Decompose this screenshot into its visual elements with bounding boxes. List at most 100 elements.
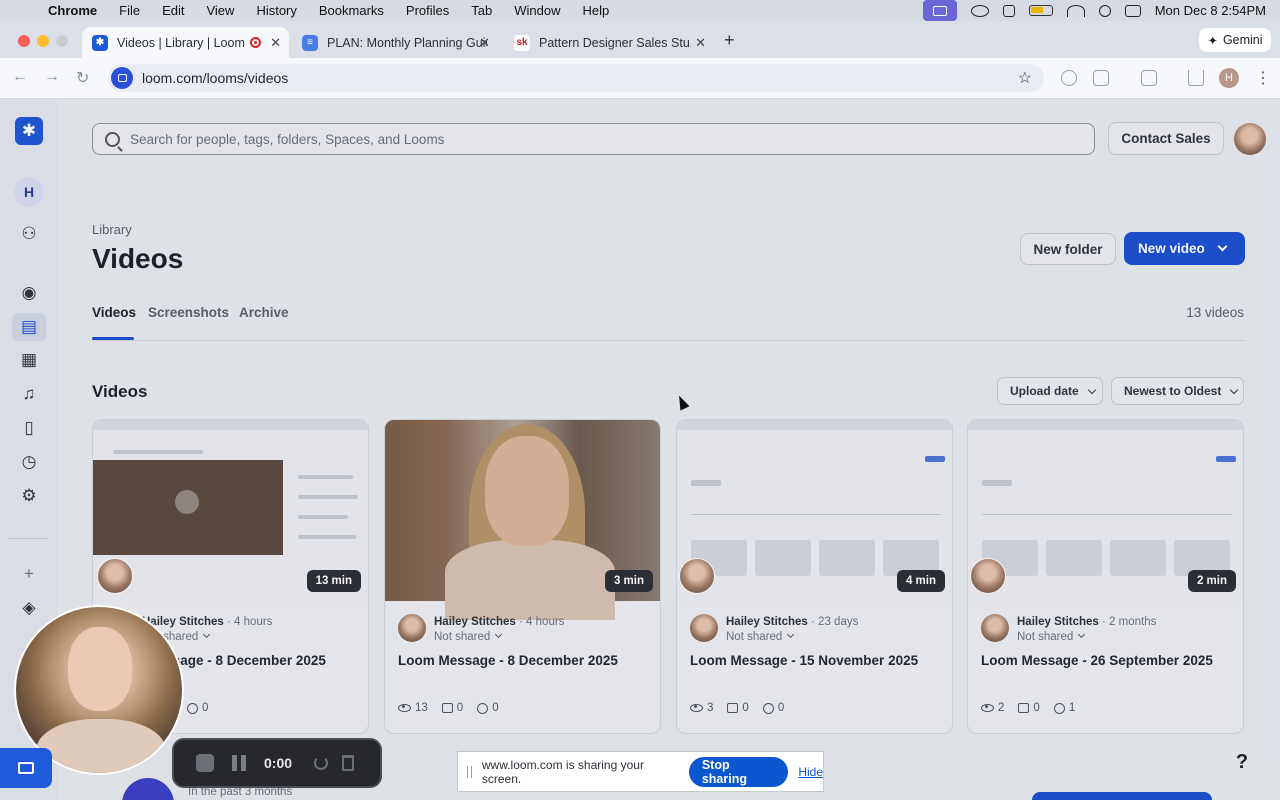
loom-logo-icon[interactable]: ✱ <box>15 117 43 145</box>
comments-stat: 0 <box>441 702 463 714</box>
drag-handle-icon[interactable] <box>467 765 472 778</box>
new-folder-button[interactable]: New folder <box>1020 233 1116 265</box>
sort-field-dropdown[interactable]: Upload date <box>997 377 1103 405</box>
smiley-icon <box>187 702 198 714</box>
browser-profile-avatar[interactable]: H <box>1219 68 1239 88</box>
window-minimize-button[interactable] <box>37 35 49 47</box>
video-title[interactable]: Loom Message - 8 December 2025 <box>398 653 653 668</box>
tab-close-icon[interactable]: ✕ <box>270 35 281 51</box>
sharing-status-dropdown[interactable]: Not shared <box>726 630 795 643</box>
tabs-divider <box>92 340 1245 341</box>
sharing-status-dropdown[interactable]: Not shared <box>1017 630 1086 643</box>
owner-name[interactable]: Hailey Stitches · 4 hours <box>434 616 564 628</box>
nav-bookmarks-icon[interactable]: ▯ <box>17 416 41 440</box>
window-zoom-button[interactable] <box>56 35 68 47</box>
tab-loom-videos[interactable]: ✱ Videos | Library | Loom ✕ <box>82 27 289 58</box>
video-thumbnail[interactable]: 4 min <box>677 420 952 601</box>
user-avatar[interactable] <box>1234 123 1266 155</box>
airpods-icon[interactable] <box>1002 4 1015 17</box>
sharing-status-dropdown[interactable]: Not shared <box>434 630 503 643</box>
tab-archive[interactable]: Archive <box>239 305 289 320</box>
tab-videos[interactable]: Videos <box>92 305 136 320</box>
nav-notifications-bell-icon[interactable]: ♫ <box>17 382 41 406</box>
menu-tab[interactable]: Tab <box>471 3 492 18</box>
reload-icon[interactable]: ↻ <box>76 68 89 88</box>
site-info-icon[interactable] <box>111 67 133 89</box>
owner-name[interactable]: Hailey Stitches · 2 months <box>1017 616 1156 628</box>
tab-search-icon[interactable] <box>1141 70 1157 86</box>
help-button[interactable]: ? <box>1220 742 1264 782</box>
tab-title: Videos | Library | Loom <box>117 35 245 50</box>
video-thumbnail[interactable]: 13 min <box>93 420 368 601</box>
menu-help[interactable]: Help <box>583 3 610 18</box>
search-bar[interactable]: Search for people, tags, folders, Spaces… <box>92 123 1095 155</box>
new-video-button[interactable]: New video <box>1124 232 1245 265</box>
stop-sharing-button[interactable]: Stop sharing <box>688 756 789 787</box>
duration-badge: 13 min <box>306 570 361 592</box>
hide-link[interactable]: Hide <box>798 765 823 779</box>
spotlight-icon[interactable] <box>1098 4 1111 17</box>
tab-close-icon[interactable]: ✕ <box>479 35 490 51</box>
tab-monthly-planning[interactable]: ≡ PLAN: Monthly Planning Guid ✕ <box>292 27 498 58</box>
nav-settings-gear-icon[interactable]: ⚙ <box>17 484 41 508</box>
owner-avatar[interactable] <box>398 614 426 642</box>
battery-icon[interactable] <box>1028 5 1053 16</box>
window-close-button[interactable] <box>18 35 30 47</box>
menu-edit[interactable]: Edit <box>162 3 184 18</box>
menu-app-name[interactable]: Chrome <box>48 3 97 18</box>
menu-profiles[interactable]: Profiles <box>406 3 449 18</box>
pause-icon[interactable] <box>232 755 246 771</box>
menu-bookmarks[interactable]: Bookmarks <box>319 3 384 18</box>
nav-library-icon[interactable]: ▤ <box>17 315 41 339</box>
invite-user-icon[interactable]: ⚇ <box>17 222 41 246</box>
menu-history[interactable]: History <box>256 3 296 18</box>
loom-recording-status-icon[interactable] <box>922 0 957 21</box>
browser-menu-icon[interactable]: ⋮ <box>1255 68 1271 88</box>
forward-arrow-icon[interactable]: → <box>44 68 60 86</box>
tab-close-icon[interactable]: ✕ <box>695 35 706 51</box>
sort-field-label: Upload date <box>1010 384 1079 398</box>
owner-name[interactable]: Hailey Stitches · 4 hours <box>142 616 272 628</box>
extension-k-icon[interactable] <box>1061 70 1077 86</box>
bookmark-star-icon[interactable]: ☆ <box>1018 68 1032 88</box>
address-bar[interactable]: loom.com/looms/videos ☆ <box>108 64 1044 92</box>
video-card[interactable]: 4 min Hailey Stitches · 23 days Not shar… <box>676 419 953 734</box>
video-thumbnail[interactable]: 2 min <box>968 420 1243 601</box>
owner-name[interactable]: Hailey Stitches · 23 days <box>726 616 858 628</box>
sort-order-dropdown[interactable]: Newest to Oldest <box>1111 377 1244 405</box>
control-center-icon[interactable] <box>1124 4 1141 17</box>
tab-pattern-designer[interactable]: sk Pattern Designer Sales Studio ✕ <box>504 27 714 58</box>
owner-avatar[interactable] <box>690 614 718 642</box>
trash-icon[interactable] <box>342 755 355 771</box>
workspace-avatar[interactable]: H <box>14 177 44 207</box>
menu-view[interactable]: View <box>206 3 234 18</box>
stop-recording-button[interactable] <box>196 754 214 772</box>
gemini-button[interactable]: ✦ Gemini <box>1199 28 1271 52</box>
download-icon[interactable] <box>1188 70 1204 86</box>
video-thumbnail[interactable]: 3 min <box>385 420 660 620</box>
extensions-puzzle-icon[interactable] <box>1093 70 1109 86</box>
next-section-button[interactable] <box>1032 792 1212 800</box>
owner-avatar[interactable] <box>981 614 1009 642</box>
back-arrow-icon[interactable]: ← <box>12 68 28 86</box>
new-tab-button[interactable]: + <box>724 30 735 51</box>
video-card[interactable]: 3 min Hailey Stitches · 4 hours Not shar… <box>384 419 661 734</box>
menu-file[interactable]: File <box>119 3 140 18</box>
restart-icon[interactable] <box>314 756 329 770</box>
video-title[interactable]: Loom Message - 15 November 2025 <box>690 653 945 668</box>
contact-sales-button[interactable]: Contact Sales <box>1108 122 1224 155</box>
menu-window[interactable]: Window <box>514 3 560 18</box>
nav-calendar-icon[interactable]: ▦ <box>17 348 41 372</box>
video-card[interactable]: 2 min Hailey Stitches · 2 months Not sha… <box>967 419 1244 734</box>
nav-spaces-icon[interactable]: ◈ <box>17 596 41 620</box>
loom-camera-toggle-button[interactable] <box>0 748 52 788</box>
nav-add-icon[interactable]: + <box>17 562 41 586</box>
breadcrumb[interactable]: Library <box>92 222 132 237</box>
tab-screenshots[interactable]: Screenshots <box>148 305 229 320</box>
nav-my-profile-icon[interactable]: ◉ <box>17 281 41 305</box>
wifi-icon[interactable] <box>1066 4 1085 17</box>
video-title[interactable]: Loom Message - 26 September 2025 <box>981 653 1236 668</box>
nav-history-clock-icon[interactable]: ◷ <box>17 450 41 474</box>
creative-cloud-icon[interactable] <box>970 4 989 17</box>
menu-clock[interactable]: Mon Dec 8 2:54PM <box>1155 3 1266 18</box>
